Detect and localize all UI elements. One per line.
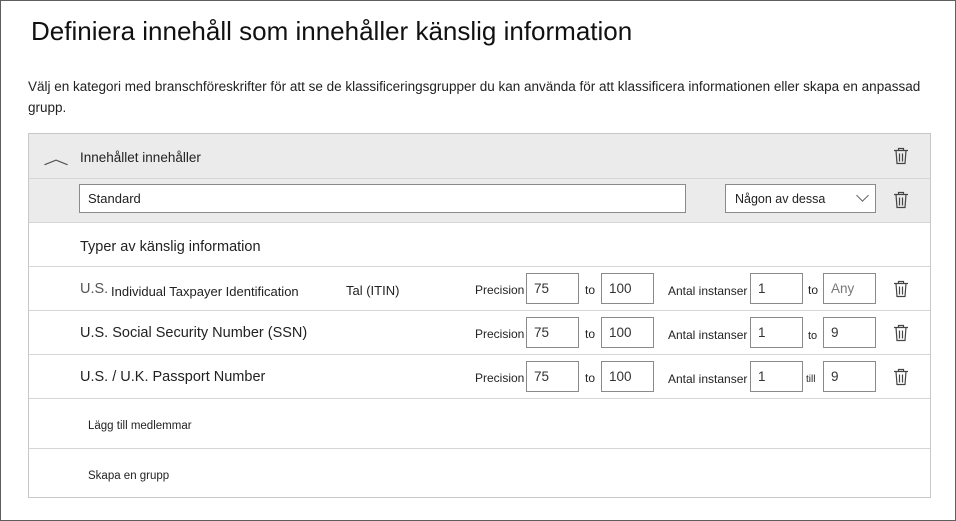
to-label: to [585,327,596,341]
to-label: to [585,283,596,297]
match-select-value: Någon av dessa [735,192,826,206]
type-name-suffix: Tal (ITIN) [346,283,400,298]
group-name-row: Standard Någon av dessa [29,179,930,223]
instances-max-input[interactable]: 9 [823,317,876,348]
precision-label: Precision [475,327,525,341]
type-name: Individual Taxpayer Identification [111,284,299,299]
instances-min-input[interactable]: 1 [750,317,803,348]
instances-to-label: till [806,374,816,385]
trash-icon[interactable] [893,191,909,209]
create-group-link[interactable]: Skapa en grupp [88,470,169,482]
group-header[interactable]: ︿ Innehållet innehåller [29,134,930,179]
precision-label: Precision [475,371,525,385]
types-heading-row: Typer av känslig information [29,223,930,267]
precision-max-input[interactable]: 100 [601,273,654,304]
trash-icon[interactable] [893,147,909,165]
chevron-up-icon[interactable]: ︿ [43,145,69,169]
sensitive-type-row: U.S. Social Security Number (SSN) Precis… [29,311,930,355]
condition-panel: ︿ Innehållet innehåller Standard Någon a… [28,133,931,498]
group-name-input[interactable]: Standard [79,184,686,213]
create-group-row[interactable]: Skapa en grupp [29,449,930,497]
instances-min-input[interactable]: 1 [750,361,803,392]
instances-to-label: to [808,283,819,297]
type-name-prefix: U.S. [80,281,109,297]
precision-max-input[interactable]: 100 [601,317,654,348]
page-title: Definiera innehåll som innehåller känsli… [31,16,633,46]
page-description: Välj en kategori med branschföreskrifter… [28,79,921,115]
to-label: to [585,371,596,385]
type-name: U.S. / U.K. Passport Number [80,369,266,385]
instances-min-input[interactable]: 1 [750,273,803,304]
add-members-row[interactable]: Lägg till medlemmar [29,399,930,449]
precision-label: Precision [475,283,525,297]
group-header-label: Innehållet innehåller [80,150,201,165]
sensitive-type-row: U.S. Individual Taxpayer Identification … [29,267,930,311]
trash-icon[interactable] [893,324,909,342]
match-select[interactable]: Någon av dessa [725,184,876,213]
instances-label: Antal instanser [668,328,748,342]
sensitive-type-row: U.S. / U.K. Passport Number Precision 75… [29,355,930,399]
instances-label: Antal instanser [668,372,748,386]
precision-min-input[interactable]: 75 [526,273,579,304]
precision-min-input[interactable]: 75 [526,317,579,348]
trash-icon[interactable] [893,280,909,298]
instances-label: Antal instanser [668,284,748,298]
precision-min-input[interactable]: 75 [526,361,579,392]
type-name: U.S. Social Security Number (SSN) [80,325,308,341]
instances-max-input[interactable]: 9 [823,361,876,392]
trash-icon[interactable] [893,368,909,386]
types-heading: Typer av känslig information [80,239,261,255]
instances-to-label: to [808,330,818,342]
chevron-down-icon [856,189,869,202]
precision-max-input[interactable]: 100 [601,361,654,392]
instances-max-input[interactable]: Any [823,273,876,304]
add-members-link[interactable]: Lägg till medlemmar [88,420,192,432]
